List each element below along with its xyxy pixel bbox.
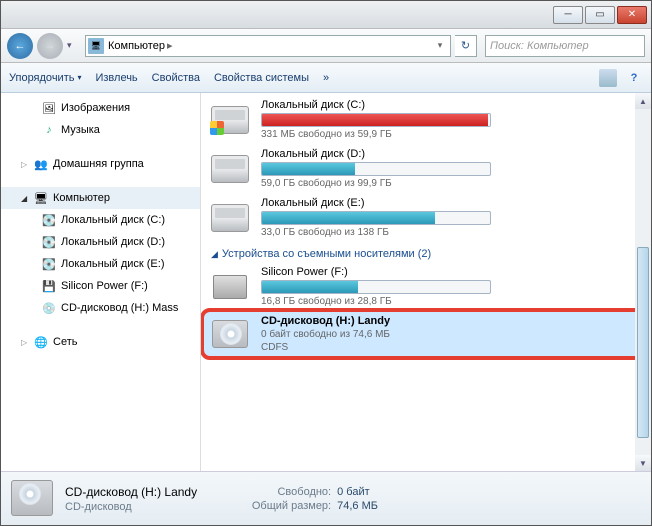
maximize-button[interactable]: ▭: [585, 6, 615, 24]
drive-status: 59,0 ГБ свободно из 99,9 ГБ: [261, 178, 643, 189]
nav-history-dropdown[interactable]: ▾: [67, 40, 81, 51]
extract-button[interactable]: Извлечь: [95, 72, 137, 84]
sidebar-item-homegroup[interactable]: ▷👥Домашняя группа: [1, 153, 200, 175]
search-input[interactable]: Поиск: Компьютер: [485, 35, 645, 57]
usb-drive-icon: [213, 275, 247, 299]
group-removable-header[interactable]: ◢ Устройства со съемными носителями (2): [203, 242, 649, 262]
drive-status: 16,8 ГБ свободно из 28,8 ГБ: [261, 296, 643, 307]
scroll-thumb[interactable]: [637, 247, 649, 437]
cd-drive-icon: [11, 480, 53, 518]
cd-drive-icon: [212, 320, 248, 348]
homegroup-icon: 👥: [33, 156, 49, 172]
drive-d[interactable]: Локальный диск (D:) 59,0 ГБ свободно из …: [203, 144, 649, 193]
free-value: 0 байт: [337, 486, 370, 498]
drive-label: Silicon Power (F:): [261, 266, 643, 278]
drive-status: 0 байт свободно из 74,6 МБ: [261, 329, 643, 340]
drive-icon: 💽: [41, 212, 57, 228]
collapse-icon[interactable]: ◢: [211, 249, 218, 260]
sidebar-item-silicon[interactable]: 💾Silicon Power (F:): [1, 275, 200, 297]
size-label: Общий размер:: [233, 500, 331, 512]
organize-button[interactable]: Упорядочить▾: [9, 72, 81, 84]
expand-icon[interactable]: ▷: [21, 338, 29, 347]
navigation-pane: 🖼Изображения ♪Музыка ▷👥Домашняя группа ◢…: [1, 93, 201, 471]
collapse-icon[interactable]: ◢: [21, 194, 29, 203]
vertical-scrollbar[interactable]: ▲ ▼: [635, 93, 651, 471]
computer-icon: 🖥: [33, 190, 49, 206]
close-button[interactable]: ✕: [617, 6, 647, 24]
sidebar-item-disk-d[interactable]: 💽Локальный диск (D:): [1, 231, 200, 253]
hdd-windows-icon: [211, 106, 249, 134]
free-label: Свободно:: [233, 486, 331, 498]
explorer-window: ─ ▭ ✕ ← → ▾ 🖥 Компьютер ▸ ▾ ↻ Поиск: Ком…: [0, 0, 652, 526]
drive-icon: 💽: [41, 234, 57, 250]
sidebar-item-disk-c[interactable]: 💽Локальный диск (C:): [1, 209, 200, 231]
size-value: 74,6 МБ: [337, 500, 378, 512]
pictures-icon: 🖼: [41, 100, 57, 116]
sidebar-item-cd[interactable]: 💿CD-дисковод (H:) Mass: [1, 297, 200, 319]
drive-c[interactable]: Локальный диск (C:) 331 МБ свободно из 5…: [203, 95, 649, 144]
scroll-up-button[interactable]: ▲: [635, 93, 651, 109]
breadcrumb-chevron-icon[interactable]: ▸: [165, 39, 175, 52]
scroll-down-button[interactable]: ▼: [635, 455, 651, 471]
system-properties-button[interactable]: Свойства системы: [214, 72, 309, 84]
toolbar: Упорядочить▾ Извлечь Свойства Свойства с…: [1, 63, 651, 93]
sidebar-item-computer[interactable]: ◢🖥Компьютер: [1, 187, 200, 209]
usage-bar: [261, 280, 491, 294]
minimize-button[interactable]: ─: [553, 6, 583, 24]
drive-label: Локальный диск (D:): [261, 148, 643, 160]
drive-h-cd[interactable]: CD-дисковод (H:) Landy 0 байт свободно и…: [203, 311, 649, 357]
cd-icon: 💿: [41, 300, 57, 316]
details-pane: CD-дисковод (H:) Landy CD-дисковод Свобо…: [1, 471, 651, 525]
music-icon: ♪: [41, 122, 57, 138]
nav-back-button[interactable]: ←: [7, 33, 33, 59]
computer-icon: 🖥: [88, 38, 104, 54]
refresh-button[interactable]: ↻: [455, 35, 477, 57]
usb-icon: 💾: [41, 278, 57, 294]
address-dropdown-icon[interactable]: ▾: [432, 40, 448, 51]
help-button[interactable]: ?: [625, 69, 643, 87]
drive-icon: 💽: [41, 256, 57, 272]
address-text: Компьютер: [108, 40, 165, 52]
sidebar-item-network[interactable]: ▷🌐Сеть: [1, 331, 200, 353]
properties-button[interactable]: Свойства: [152, 72, 200, 84]
drive-status: 33,0 ГБ свободно из 138 ГБ: [261, 227, 643, 238]
usage-bar: [261, 211, 491, 225]
sidebar-item-images[interactable]: 🖼Изображения: [1, 97, 200, 119]
usage-bar: [261, 113, 491, 127]
view-options-button[interactable]: [599, 69, 617, 87]
address-bar[interactable]: 🖥 Компьютер ▸ ▾: [85, 35, 451, 57]
sidebar-item-disk-e[interactable]: 💽Локальный диск (E:): [1, 253, 200, 275]
network-icon: 🌐: [33, 334, 49, 350]
drive-f[interactable]: Silicon Power (F:) 16,8 ГБ свободно из 2…: [203, 262, 649, 311]
drive-e[interactable]: Локальный диск (E:) 33,0 ГБ свободно из …: [203, 193, 649, 242]
status-subtitle: CD-дисковод: [65, 501, 197, 513]
hdd-icon: [211, 155, 249, 183]
drive-status: 331 МБ свободно из 59,9 ГБ: [261, 129, 643, 140]
drive-label: CD-дисковод (H:) Landy: [261, 315, 643, 327]
titlebar: ─ ▭ ✕: [1, 1, 651, 29]
toolbar-chevron[interactable]: »: [323, 72, 329, 84]
sidebar-item-music[interactable]: ♪Музыка: [1, 119, 200, 141]
navbar: ← → ▾ 🖥 Компьютер ▸ ▾ ↻ Поиск: Компьютер: [1, 29, 651, 63]
nav-forward-button[interactable]: →: [37, 33, 63, 59]
content-area: 🖼Изображения ♪Музыка ▷👥Домашняя группа ◢…: [1, 93, 651, 471]
expand-icon[interactable]: ▷: [21, 160, 29, 169]
main-pane: Локальный диск (C:) 331 МБ свободно из 5…: [201, 93, 651, 471]
usage-bar: [261, 162, 491, 176]
drive-label: Локальный диск (E:): [261, 197, 643, 209]
hdd-icon: [211, 204, 249, 232]
drive-filesystem: CDFS: [261, 342, 643, 353]
drive-label: Локальный диск (C:): [261, 99, 643, 111]
status-title: CD-дисковод (H:) Landy: [65, 485, 197, 499]
search-placeholder: Поиск: Компьютер: [490, 40, 589, 52]
